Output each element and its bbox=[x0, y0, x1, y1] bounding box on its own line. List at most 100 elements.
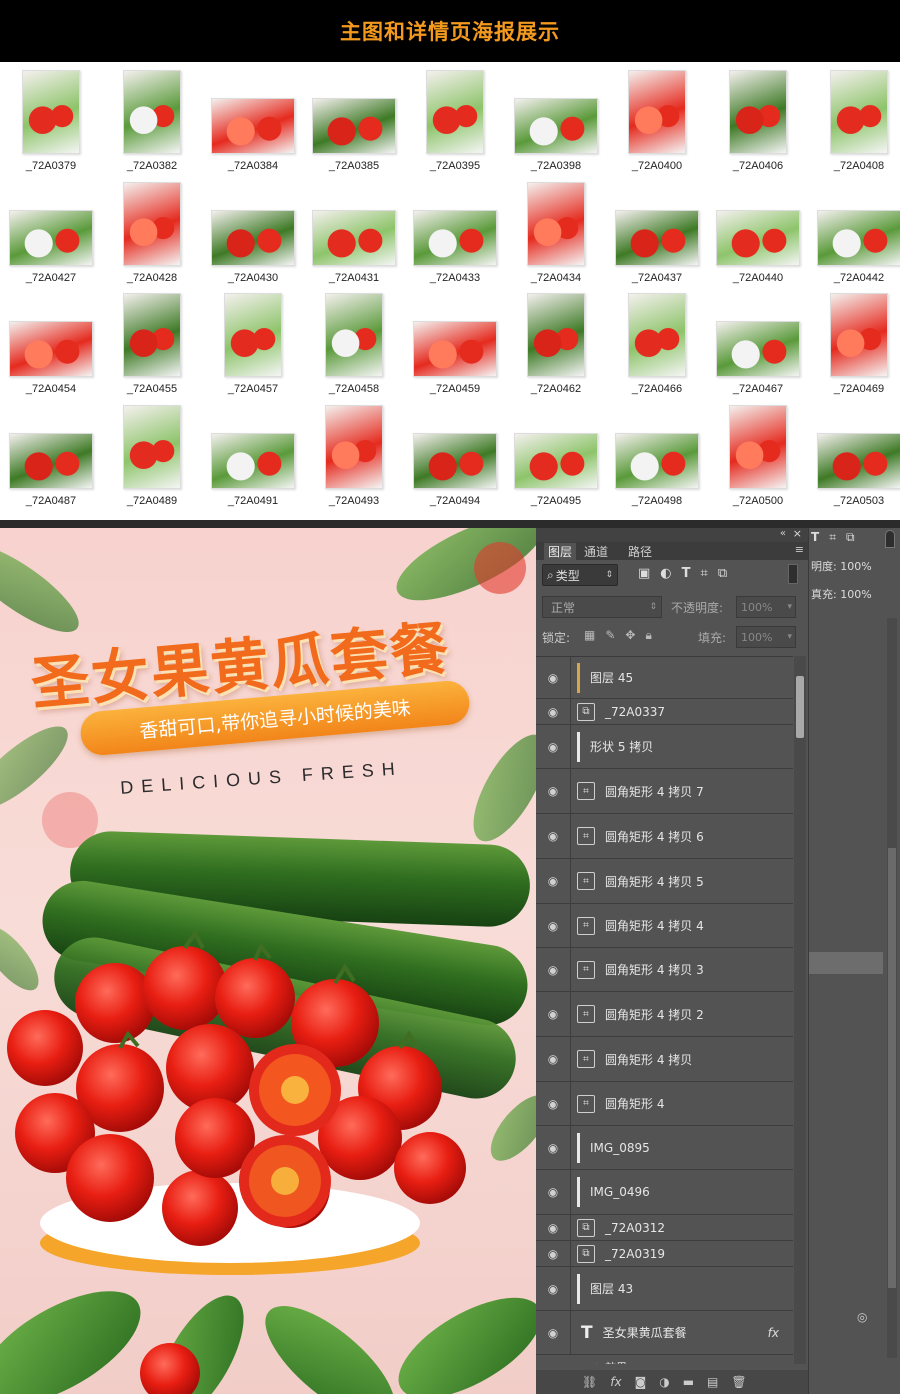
visibility-eye-icon[interactable]: ◉ bbox=[536, 874, 570, 888]
visibility-eye-icon[interactable]: ◉ bbox=[536, 705, 570, 719]
lock-all-icon[interactable]: 🔒︎ bbox=[645, 628, 651, 643]
layer-row[interactable]: ◉ ⌗ 圆角矩形 4 拷贝 5 bbox=[536, 859, 793, 904]
visibility-eye-icon[interactable]: ◉ bbox=[536, 1247, 570, 1261]
filter-shape-icon[interactable]: ⌗ bbox=[701, 566, 708, 581]
thumbnail-caption: _72A0455 bbox=[126, 383, 178, 395]
layer-name[interactable]: _72A0319 bbox=[605, 1247, 665, 1261]
side-scrollbar-thumb[interactable] bbox=[888, 848, 896, 1288]
fill-field[interactable]: 100% ▾ bbox=[736, 626, 796, 648]
lock-move-icon[interactable]: ✥ bbox=[625, 628, 635, 643]
visibility-eye-icon[interactable]: ◉ bbox=[536, 1052, 570, 1066]
layer-name[interactable]: _72A0337 bbox=[605, 705, 665, 719]
delete-layer-icon[interactable]: 🗑︎ bbox=[731, 1375, 746, 1389]
layer-name[interactable]: IMG_0496 bbox=[590, 1185, 650, 1199]
side-link-icon[interactable]: ◎ bbox=[857, 1310, 867, 1324]
thumbnail-image bbox=[325, 405, 383, 489]
layer-row[interactable]: ◉ ⌗ 圆角矩形 4 拷贝 bbox=[536, 1037, 793, 1082]
layer-name[interactable]: 圆角矩形 4 拷贝 5 bbox=[605, 873, 704, 890]
chevron-updown-icon: ⇕ bbox=[649, 602, 657, 612]
crop-tool-icon[interactable]: ⌗ bbox=[829, 530, 836, 545]
thumbnail-image bbox=[729, 70, 787, 154]
link-layers-icon[interactable]: ⛓ bbox=[582, 1375, 597, 1389]
layer-name[interactable]: 圆角矩形 4 拷贝 4 bbox=[605, 917, 704, 934]
filter-pixel-icon[interactable]: ▣ bbox=[638, 566, 650, 581]
add-mask-icon[interactable]: ◙ bbox=[635, 1375, 647, 1389]
layer-row[interactable]: ◉ IMG_0496 bbox=[536, 1170, 793, 1215]
visibility-eye-icon[interactable]: ◉ bbox=[536, 963, 570, 977]
layer-name[interactable]: 图层 43 bbox=[590, 1280, 633, 1297]
layer-row[interactable]: ◉ ⧉ _72A0337 bbox=[536, 699, 793, 725]
layer-row[interactable]: ◉ ⧉ _72A0319 bbox=[536, 1241, 793, 1267]
tab-layers[interactable]: 图层 bbox=[544, 543, 577, 560]
layer-name[interactable]: 圆角矩形 4 拷贝 7 bbox=[605, 783, 704, 800]
layer-row[interactable]: ◉ 图层 45 bbox=[536, 657, 793, 699]
visibility-eye-icon[interactable]: ◉ bbox=[536, 784, 570, 798]
chevron-updown-icon: ⇕ bbox=[605, 570, 613, 580]
layer-name[interactable]: 圣女果黄瓜套餐 bbox=[603, 1324, 687, 1341]
filter-kind-select[interactable]: ⌕ 类型 ⇕ bbox=[542, 564, 618, 586]
layer-row[interactable]: ◉ ⌗ 圆角矩形 4 拷贝 7 bbox=[536, 769, 793, 814]
visibility-eye-icon[interactable]: ◉ bbox=[536, 829, 570, 843]
close-icon[interactable]: × bbox=[793, 527, 802, 540]
layer-row[interactable]: ◉ ⌗ 圆角矩形 4 bbox=[536, 1082, 793, 1126]
lock-paint-icon[interactable]: ✎ bbox=[605, 628, 615, 643]
smart-object-icon[interactable]: ⧉ bbox=[846, 530, 855, 545]
layer-row[interactable]: ◉ T 圣女果黄瓜套餐 fx bbox=[536, 1311, 793, 1355]
blend-mode-select[interactable]: 正常 ⇕ bbox=[542, 596, 662, 618]
layer-name[interactable]: 图层 45 bbox=[590, 669, 633, 686]
filter-type-icon[interactable]: T bbox=[682, 566, 691, 581]
side-toggle[interactable] bbox=[885, 530, 895, 548]
visibility-eye-icon[interactable]: ◉ bbox=[536, 919, 570, 933]
layer-row[interactable]: ◉ IMG_0895 bbox=[536, 1126, 793, 1170]
lock-pixels-icon[interactable]: ▦ bbox=[584, 628, 595, 643]
filter-smart-object-icon[interactable]: ⧉ bbox=[718, 566, 727, 581]
layer-row[interactable]: ◉ 形状 5 拷贝 bbox=[536, 725, 793, 769]
visibility-eye-icon[interactable]: ◉ bbox=[536, 1221, 570, 1235]
visibility-eye-icon[interactable]: ◉ bbox=[536, 1326, 570, 1340]
tab-paths[interactable]: 路径 bbox=[628, 543, 652, 560]
panel-menu-icon[interactable]: ≡ bbox=[795, 543, 804, 556]
layer-name[interactable]: 圆角矩形 4 bbox=[605, 1095, 664, 1112]
visibility-eye-icon[interactable]: ◉ bbox=[536, 1185, 570, 1199]
adjustment-layer-icon[interactable]: ◑ bbox=[659, 1375, 669, 1389]
visibility-eye-icon[interactable]: ◉ bbox=[536, 671, 570, 685]
layer-row[interactable]: ◉ 图层 43 bbox=[536, 1267, 793, 1311]
layers-scrollbar[interactable] bbox=[794, 656, 806, 1364]
filter-adjustment-icon[interactable]: ◐ bbox=[660, 566, 671, 581]
visibility-eye-icon[interactable]: ◉ bbox=[592, 1361, 605, 1364]
layer-row[interactable]: ◉ ⌗ 圆角矩形 4 拷贝 2 bbox=[536, 992, 793, 1037]
thumbnail-caption: _72A0430 bbox=[227, 272, 279, 284]
layer-row[interactable]: ◉ ⧉ _72A0312 bbox=[536, 1215, 793, 1241]
layer-name[interactable]: 形状 5 拷贝 bbox=[590, 738, 653, 755]
effects-row[interactable]: ◉ 效果 bbox=[592, 1359, 627, 1364]
poster-canvas: 圣女果黄瓜套餐 香甜可口,带你追寻小时候的美味 DELICIOUS FRESH bbox=[0, 528, 536, 1394]
type-tool-icon[interactable]: T bbox=[811, 530, 819, 545]
layer-name[interactable]: 圆角矩形 4 拷贝 bbox=[605, 1051, 692, 1068]
opacity-field[interactable]: 100% ▾ bbox=[736, 596, 796, 618]
visibility-eye-icon[interactable]: ◉ bbox=[536, 1097, 570, 1111]
layer-name[interactable]: 圆角矩形 4 拷贝 3 bbox=[605, 961, 704, 978]
tab-channels[interactable]: 通道 bbox=[584, 543, 608, 560]
filter-toggle[interactable] bbox=[788, 564, 798, 584]
visibility-eye-icon[interactable]: ◉ bbox=[536, 1007, 570, 1021]
layer-name[interactable]: 圆角矩形 4 拷贝 6 bbox=[605, 828, 704, 845]
layer-name[interactable]: 圆角矩形 4 拷贝 2 bbox=[605, 1006, 704, 1023]
layer-row[interactable]: ◉ ⌗ 圆角矩形 4 拷贝 6 bbox=[536, 814, 793, 859]
layer-row[interactable]: ◉ ⌗ 圆角矩形 4 拷贝 3 bbox=[536, 948, 793, 992]
visibility-eye-icon[interactable]: ◉ bbox=[536, 1141, 570, 1155]
layer-row[interactable]: ◉ ⌗ 圆角矩形 4 拷贝 4 bbox=[536, 904, 793, 948]
collapse-icon[interactable]: « bbox=[780, 528, 786, 539]
thumbnail-caption: _72A0493 bbox=[328, 495, 380, 507]
add-style-icon[interactable]: fx bbox=[610, 1375, 621, 1389]
new-layer-icon[interactable]: ▤ bbox=[707, 1375, 718, 1389]
layer-fx-icon[interactable]: fx bbox=[768, 1326, 779, 1340]
layers-scrollbar-thumb[interactable] bbox=[796, 676, 804, 738]
side-scrollbar[interactable] bbox=[887, 618, 897, 1358]
new-group-icon[interactable]: ▬ bbox=[683, 1375, 694, 1389]
divider bbox=[0, 520, 900, 528]
visibility-eye-icon[interactable]: ◉ bbox=[536, 1282, 570, 1296]
layer-name[interactable]: IMG_0895 bbox=[590, 1141, 650, 1155]
layer-name[interactable]: _72A0312 bbox=[605, 1221, 665, 1235]
thumbnail-image bbox=[22, 70, 80, 154]
visibility-eye-icon[interactable]: ◉ bbox=[536, 740, 570, 754]
